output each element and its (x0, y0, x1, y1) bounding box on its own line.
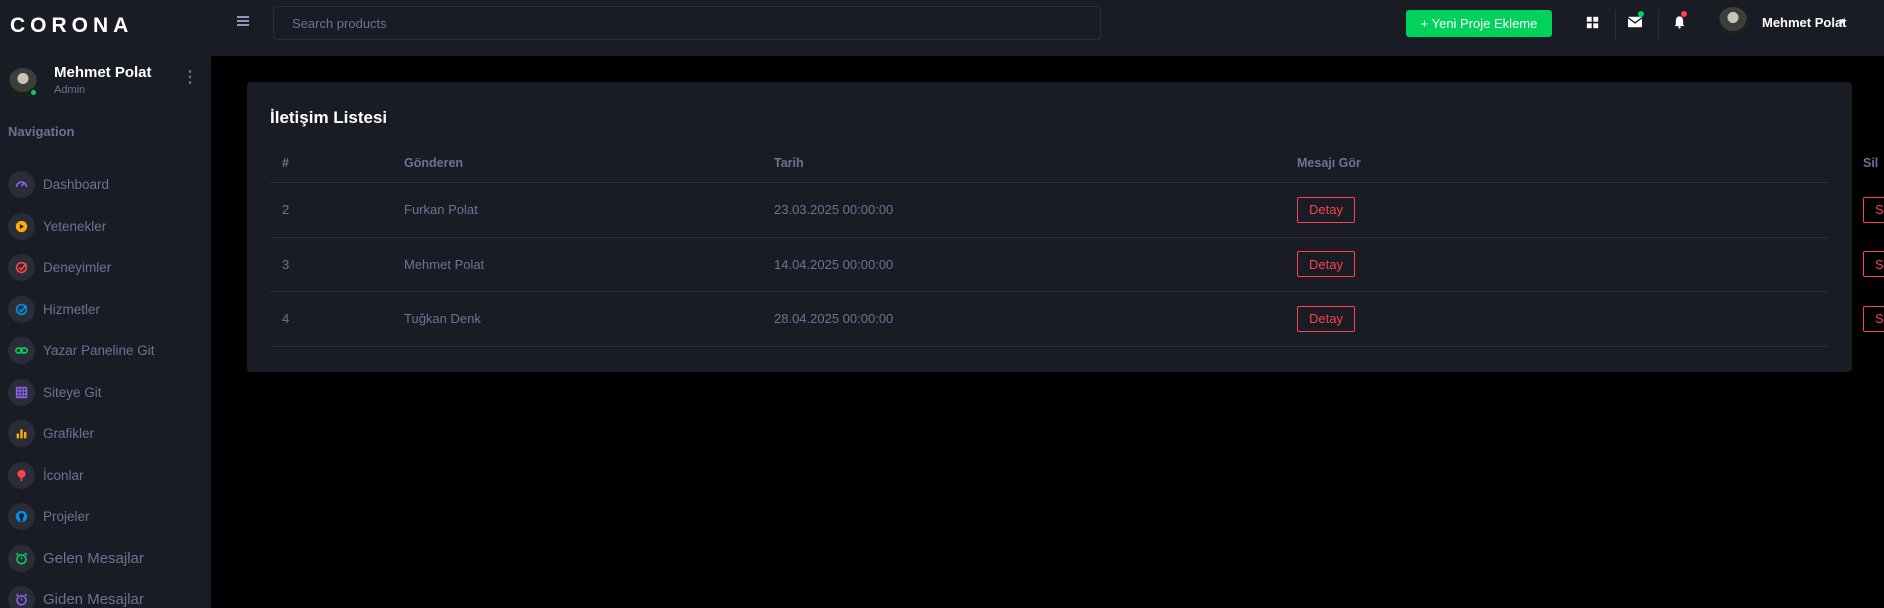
row-sender: Mehmet Polat (404, 256, 485, 272)
profile-role: Admin (54, 84, 86, 96)
detail-button[interactable]: Detay (1297, 251, 1355, 278)
sidebar-item-gelen-mesajlar[interactable]: Gelen Mesajlar (8, 538, 208, 580)
app-root: CORONA Mehmet Polat Admin ⋮ Navigation D… (0, 0, 1884, 608)
row-sender: Tuğkan Denk (404, 311, 481, 327)
table-row: 3 Mehmet Polat 14.04.2025 00:00:00 Detay… (270, 238, 1884, 292)
github-icon (8, 503, 35, 531)
row-id: 4 (282, 311, 290, 327)
user-menu-name[interactable]: Mehmet Polat (1762, 15, 1847, 30)
detail-button[interactable]: Detay (1297, 196, 1355, 223)
sidebar-item-label: Yazar Paneline Git (43, 343, 155, 359)
card-title: İletişim Listesi (270, 108, 388, 127)
sidebar-item-label: Projeler (43, 509, 90, 525)
detail-cell: Detay (1297, 238, 1355, 292)
sidebar-item-hizmetler[interactable]: Hizmetler (8, 289, 208, 331)
bar-chart-icon (8, 420, 35, 448)
contact-list-card: İletişim Listesi # Gönderen Tarih Mesajı… (247, 82, 1884, 372)
sidebar-item-label: Gelen Mesajlar (43, 549, 144, 567)
play-circle-icon (8, 212, 35, 240)
avatar[interactable] (1718, 7, 1748, 37)
check-circle-icon (8, 295, 35, 323)
check-circle-icon (8, 254, 35, 282)
table-row: 2 Furkan Polat 23.03.2025 00:00:00 Detay… (270, 183, 1884, 238)
column-header: Mesajı Gör (1297, 156, 1361, 170)
delete-cell: Sil (1863, 238, 1884, 292)
detail-button[interactable]: Detay (1297, 305, 1355, 332)
column-header: # (282, 156, 289, 170)
sidebar-profile: Mehmet Polat Admin ⋮ (8, 64, 204, 100)
map-pin-icon (8, 461, 35, 489)
delete-cell: Sil (1863, 183, 1884, 237)
envelope-icon[interactable] (1627, 11, 1644, 30)
alarm-clock-icon (8, 544, 35, 572)
nav-heading: Navigation (8, 124, 75, 139)
sidebar-item-label: Hizmetler (43, 301, 101, 317)
delete-cell: Sil (1863, 292, 1884, 346)
sidebar-item-label: Grafikler (43, 426, 95, 442)
online-status-dot (29, 88, 38, 97)
divider (1658, 10, 1659, 40)
link-icon (8, 337, 35, 365)
delete-button[interactable]: Sil (1863, 196, 1884, 223)
sidebar-nav: Dashboard Yetenekler Deneyimler Hizmetle… (8, 164, 208, 608)
detail-cell: Detay (1297, 292, 1355, 346)
topbar: + Yeni Proje Ekleme Mehmet Polat ▼ (211, 0, 1884, 56)
sidebar-item-label: Siteye Git (43, 384, 102, 400)
column-header: Tarih (774, 156, 804, 170)
contact-table: # Gönderen Tarih Mesajı Gör Sil 2 Furkan… (270, 144, 1884, 347)
new-project-button[interactable]: + Yeni Proje Ekleme (1406, 10, 1552, 37)
bell-icon[interactable] (1671, 11, 1687, 30)
search-input[interactable] (273, 6, 1101, 40)
alarm-clock-icon (8, 586, 35, 608)
grid-icon[interactable] (1584, 14, 1600, 30)
sidebar-item-dashboard[interactable]: Dashboard (8, 164, 208, 206)
sidebar-item-label: Giden Mesajlar (43, 591, 144, 608)
menu-icon[interactable] (237, 16, 249, 26)
sidebar-item-label: Deneyimler (43, 260, 112, 276)
sidebar-item-siteye-git[interactable]: Siteye Git (8, 372, 208, 414)
more-vertical-icon[interactable]: ⋮ (182, 70, 198, 86)
column-header: Gönderen (404, 156, 464, 170)
sidebar-item-giden-mesajlar[interactable]: Giden Mesajlar (8, 579, 208, 608)
detail-cell: Detay (1297, 183, 1355, 237)
table-header: # Gönderen Tarih Mesajı Gör Sil (270, 144, 1878, 183)
row-sender: Furkan Polat (404, 202, 478, 218)
sidebar-item-grafikler[interactable]: Grafikler (8, 413, 208, 455)
row-date: 28.04.2025 00:00:00 (774, 311, 894, 327)
sidebar-item-deneyimler[interactable]: Deneyimler (8, 247, 208, 289)
sidebar-item-label: İconlar (43, 467, 84, 483)
notification-badge (1638, 11, 1644, 17)
row-id: 3 (282, 256, 290, 272)
profile-name: Mehmet Polat (54, 64, 152, 81)
table-icon (8, 378, 35, 406)
row-id: 2 (282, 202, 290, 218)
delete-button[interactable]: Sil (1863, 305, 1884, 332)
row-date: 14.04.2025 00:00:00 (774, 256, 894, 272)
sidebar-item-yetenekler[interactable]: Yetenekler (8, 206, 208, 248)
sidebar-item-label: Yetenekler (43, 218, 107, 234)
sidebar-item-projeler[interactable]: Projeler (8, 496, 208, 538)
notification-badge (1681, 11, 1687, 17)
sidebar-item-yazar-paneli[interactable]: Yazar Paneline Git (8, 330, 208, 372)
brand-logo[interactable]: CORONA (10, 14, 133, 38)
column-header: Sil (1863, 156, 1879, 170)
table-row: 4 Tuğkan Denk 28.04.2025 00:00:00 Detay … (270, 292, 1884, 347)
sidebar: CORONA Mehmet Polat Admin ⋮ Navigation D… (0, 0, 211, 608)
chevron-down-icon[interactable]: ▼ (1838, 17, 1846, 26)
sidebar-item-label: Dashboard (43, 177, 110, 193)
divider (1615, 10, 1616, 40)
speedometer-icon (8, 171, 35, 199)
sidebar-item-iconlar[interactable]: İconlar (8, 455, 208, 497)
delete-button[interactable]: Sil (1863, 251, 1884, 278)
row-date: 23.03.2025 00:00:00 (774, 202, 894, 218)
